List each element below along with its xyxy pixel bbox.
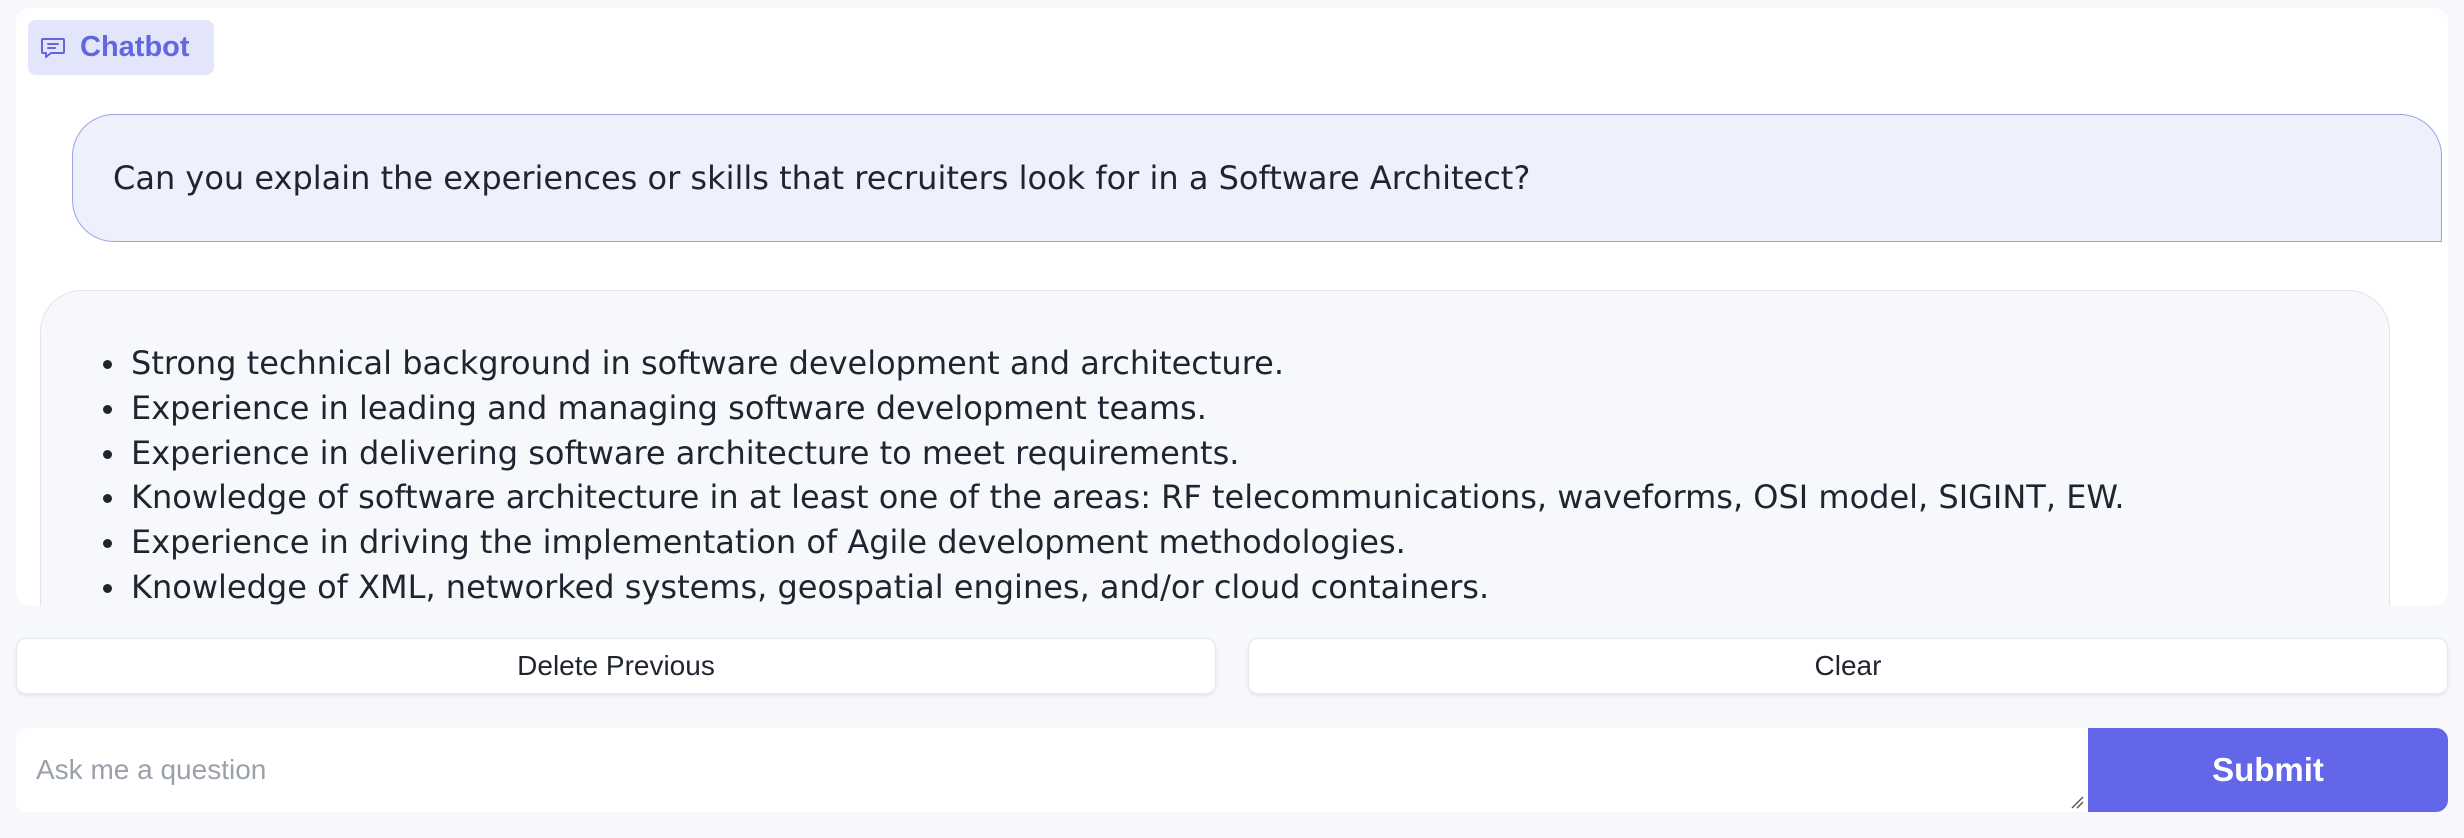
chatbot-label-text: Chatbot (80, 31, 190, 63)
user-message-text: Can you explain the experiences or skill… (113, 159, 1531, 197)
bot-list-item: Knowledge of software architecture in at… (101, 475, 2349, 520)
question-input[interactable] (16, 728, 2088, 812)
bot-list-item: Experience in driving the implementation… (101, 520, 2349, 565)
bot-list-item: Experience in delivering software archit… (101, 431, 2349, 476)
bot-message-list: Strong technical background in software … (101, 341, 2349, 606)
user-message: Can you explain the experiences or skill… (72, 114, 2442, 242)
delete-previous-button[interactable]: Delete Previous (16, 638, 1216, 694)
chat-bubble-icon (40, 35, 66, 61)
chatbot-label: Chatbot (28, 20, 214, 75)
resize-grip-icon[interactable] (2070, 794, 2084, 809)
bot-list-item: Strong technical background in software … (101, 341, 2349, 386)
bot-list-item: Knowledge of XML, networked systems, geo… (101, 565, 2349, 606)
bot-message: Strong technical background in software … (40, 290, 2390, 606)
submit-button[interactable]: Submit (2088, 728, 2448, 812)
bot-list-item: Experience in leading and managing softw… (101, 386, 2349, 431)
input-row: Submit (16, 728, 2448, 812)
chatbot-panel: Chatbot Can you explain the experiences … (16, 8, 2448, 606)
clear-button[interactable]: Clear (1248, 638, 2448, 694)
